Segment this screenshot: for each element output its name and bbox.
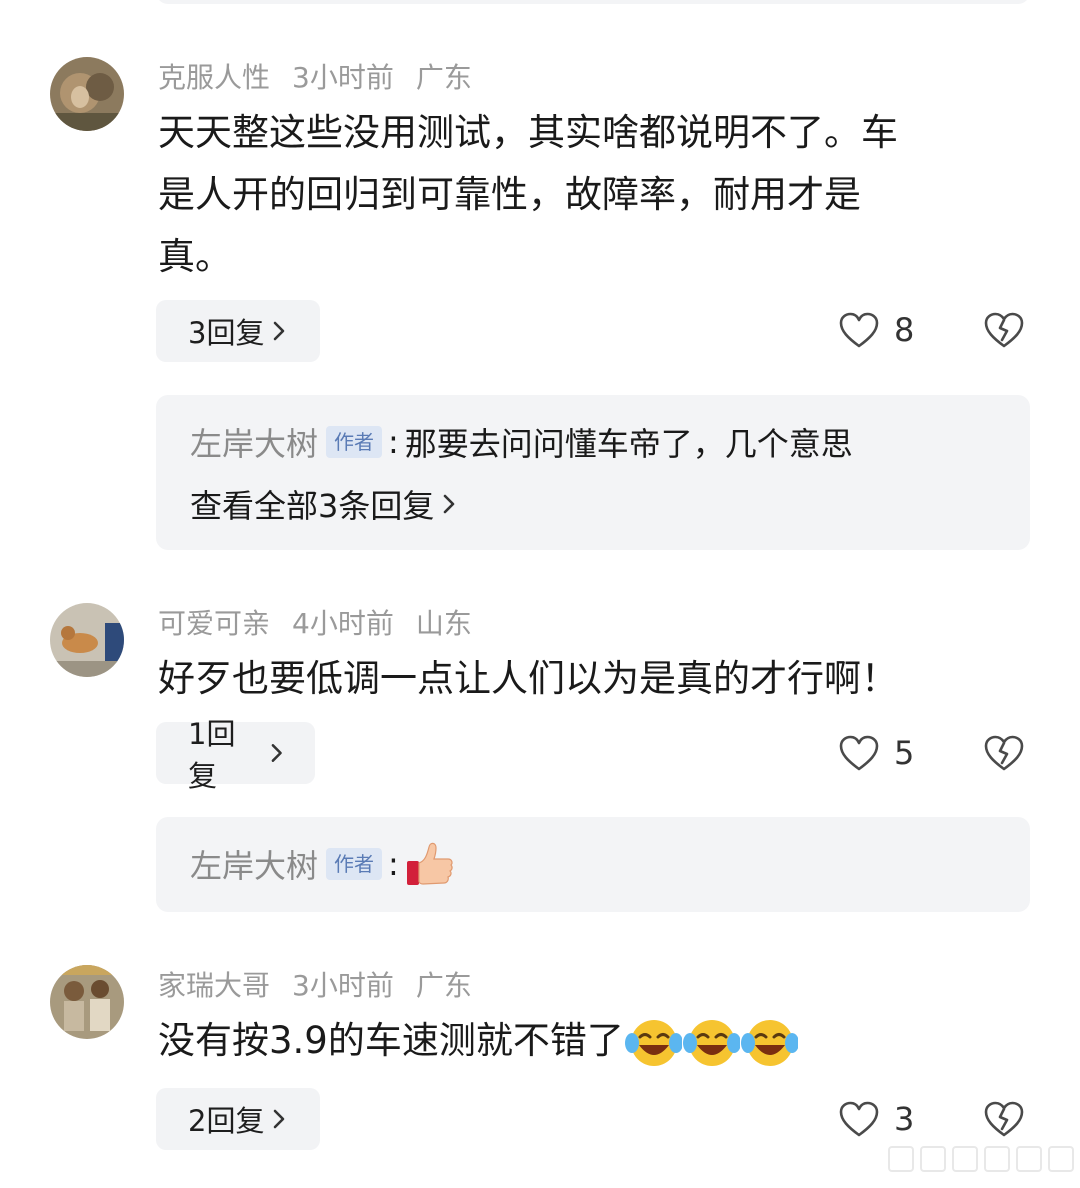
comment-time: 3小时前 [292,61,394,94]
replies-button-label: 2回复 [188,1104,265,1138]
author-reply: 左岸大树 作者 : [190,839,455,889]
watermark-mark [1048,1146,1074,1172]
replies-button[interactable]: 3回复 [156,300,320,362]
author-reply-card: 左岸大树 作者 : [156,817,1030,912]
chevron-right-icon [271,744,282,762]
chevron-right-icon [274,1109,285,1129]
view-all-label: 查看全部3条回复 [190,487,435,525]
comment-time: 3小时前 [292,969,394,1002]
reply-colon: : [388,423,399,461]
like-button[interactable]: 5 [838,728,914,778]
replies-button[interactable]: 2回复 [156,1088,320,1150]
view-all-replies-link[interactable]: 查看全部3条回复 [190,481,456,527]
watermark-mark [1016,1146,1042,1172]
watermark [888,1146,1080,1172]
comment-text-line: 是人开的回归到可靠性，故障率，耐用才是 [158,173,861,216]
username[interactable]: 家瑞大哥 [158,969,270,1002]
like-count: 8 [894,311,915,349]
username[interactable]: 克服人性 [158,61,270,94]
comment-text: 天天整这些没用测试，其实啥都说明不了。车 是人开的回归到可靠性，故障率，耐用才是… [158,102,1008,288]
comment-text: 好歹也要低调一点让人们以为是真的才行啊！ [158,648,1008,710]
chevron-right-icon [444,494,455,514]
heart-outline-icon [839,1101,879,1137]
like-button[interactable]: 8 [838,305,914,355]
comment-text-line: 真。 [158,235,232,278]
author-badge: 作者 [326,848,383,880]
dislike-button[interactable] [984,311,1024,351]
comment-meta: 克服人性 3小时前 广东 [158,58,494,98]
comment-location: 山东 [415,607,472,640]
reply-author-name[interactable]: 左岸大树 [190,841,318,887]
dislike-button[interactable] [984,734,1024,774]
watermark-mark [888,1146,914,1172]
reply-author-name[interactable]: 左岸大树 [190,419,318,465]
laughing-crying-icon [624,1019,682,1066]
heart-outline-icon [839,312,879,348]
comment-location: 广东 [415,61,472,94]
author-reply-card: 左岸大树 作者 : 那要去问问懂车帝了，几个意思 查看全部3条回复 [156,395,1030,550]
heart-outline-icon [839,735,879,771]
author-badge: 作者 [326,426,383,458]
avatar[interactable] [50,57,124,131]
comment-text-line: 没有按3.9的车速测就不错了 [158,1019,624,1062]
watermark-mark [984,1146,1010,1172]
username[interactable]: 可爱可亲 [158,607,270,640]
like-count: 3 [894,1100,915,1138]
laughing-crying-icon [740,1019,798,1066]
comment-text-line: 天天整这些没用测试，其实啥都说明不了。车 [158,111,898,154]
broken-heart-icon [984,735,1024,771]
thumbs-up-icon [406,842,453,885]
dislike-button[interactable] [984,1100,1024,1140]
comment-meta: 可爱可亲 4小时前 山东 [158,604,494,644]
previous-reply-card [156,0,1030,4]
watermark-mark [920,1146,946,1172]
reply-colon: : [388,845,399,883]
chevron-right-icon [274,321,285,341]
comment-location: 广东 [415,969,472,1002]
reply-text: 那要去问问懂车帝了，几个意思 [404,425,853,463]
like-button[interactable]: 3 [838,1094,914,1144]
author-reply: 左岸大树 作者 : 那要去问问懂车帝了，几个意思 [190,417,853,467]
like-count: 5 [894,734,915,772]
broken-heart-icon [984,312,1024,348]
replies-button-label: 1回复 [188,717,236,793]
avatar[interactable] [50,965,124,1039]
laughing-crying-icon [682,1019,740,1066]
replies-button[interactable]: 1回复 [156,717,315,793]
comment-time: 4小时前 [292,607,394,640]
broken-heart-icon [984,1101,1024,1137]
comment-text: 没有按3.9的车速测就不错了 [158,1010,1008,1072]
watermark-mark [952,1146,978,1172]
replies-button-label: 3回复 [188,316,265,350]
comment-text-line: 好歹也要低调一点让人们以为是真的才行啊！ [158,657,898,700]
avatar[interactable] [50,603,124,677]
comment-meta: 家瑞大哥 3小时前 广东 [158,966,494,1006]
